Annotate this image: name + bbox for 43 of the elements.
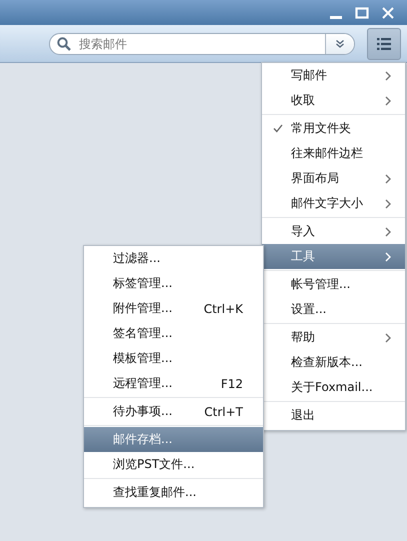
menu-item[interactable]: 界面布局 xyxy=(262,166,405,191)
menu-item[interactable]: 检查新版本... xyxy=(262,350,405,375)
menu-item[interactable]: 收取 xyxy=(262,88,405,113)
menu-item[interactable]: 导入 xyxy=(262,219,405,244)
menu-item[interactable]: 写邮件 xyxy=(262,63,405,88)
chevron-right-icon xyxy=(385,198,391,208)
menu-item[interactable]: 关于Foxmail... xyxy=(262,375,405,400)
maximize-icon[interactable] xyxy=(355,6,369,20)
search-field[interactable]: 搜索邮件 xyxy=(79,36,325,50)
menu-item[interactable]: 帮助 xyxy=(262,325,405,350)
search-bar[interactable]: 搜索邮件 xyxy=(49,32,355,54)
search-options-button[interactable] xyxy=(325,34,354,54)
chevron-right-icon xyxy=(385,96,391,106)
double-chevron-icon xyxy=(335,38,345,48)
shortcut-text: Ctrl+K xyxy=(204,302,243,316)
shortcut-text: F12 xyxy=(220,376,243,390)
shortcut-text: Ctrl+T xyxy=(204,404,243,418)
menu-icon xyxy=(377,38,391,50)
menu-button[interactable] xyxy=(367,28,401,60)
menu-item[interactable]: 模板管理... xyxy=(84,346,263,371)
menu-item[interactable]: 常用文件夹 xyxy=(262,116,405,141)
search-icon xyxy=(57,36,71,50)
menu-item[interactable]: 往来邮件边栏 xyxy=(262,141,405,166)
menu-item[interactable]: 待办事项... Ctrl+T xyxy=(84,399,263,424)
menu-item[interactable]: 邮件存档... xyxy=(84,427,263,452)
menu-item[interactable]: 帐号管理... xyxy=(262,272,405,297)
chevron-right-icon xyxy=(385,174,391,184)
chevron-right-icon xyxy=(385,70,391,80)
menu-item[interactable]: 远程管理... F12 xyxy=(84,371,263,396)
menu-item[interactable]: 过滤器... xyxy=(84,246,263,271)
chevron-right-icon xyxy=(385,332,391,342)
chevron-right-icon xyxy=(385,252,391,262)
menu-item[interactable]: 工具 xyxy=(262,244,405,269)
menu-item[interactable]: 附件管理... Ctrl+K xyxy=(84,296,263,321)
menu-item[interactable]: 退出 xyxy=(262,403,405,428)
menu-item[interactable]: 标签管理... xyxy=(84,271,263,296)
chevron-right-icon xyxy=(385,226,391,236)
close-icon[interactable] xyxy=(381,6,395,20)
menu-item[interactable]: 邮件文字大小 xyxy=(262,191,405,216)
menu-item[interactable]: 设置... xyxy=(262,297,405,322)
menu-item[interactable]: 浏览PST文件... xyxy=(84,452,263,477)
menu-item[interactable]: 签名管理... xyxy=(84,321,263,346)
menu-item[interactable]: 查找重复邮件... xyxy=(84,480,263,505)
